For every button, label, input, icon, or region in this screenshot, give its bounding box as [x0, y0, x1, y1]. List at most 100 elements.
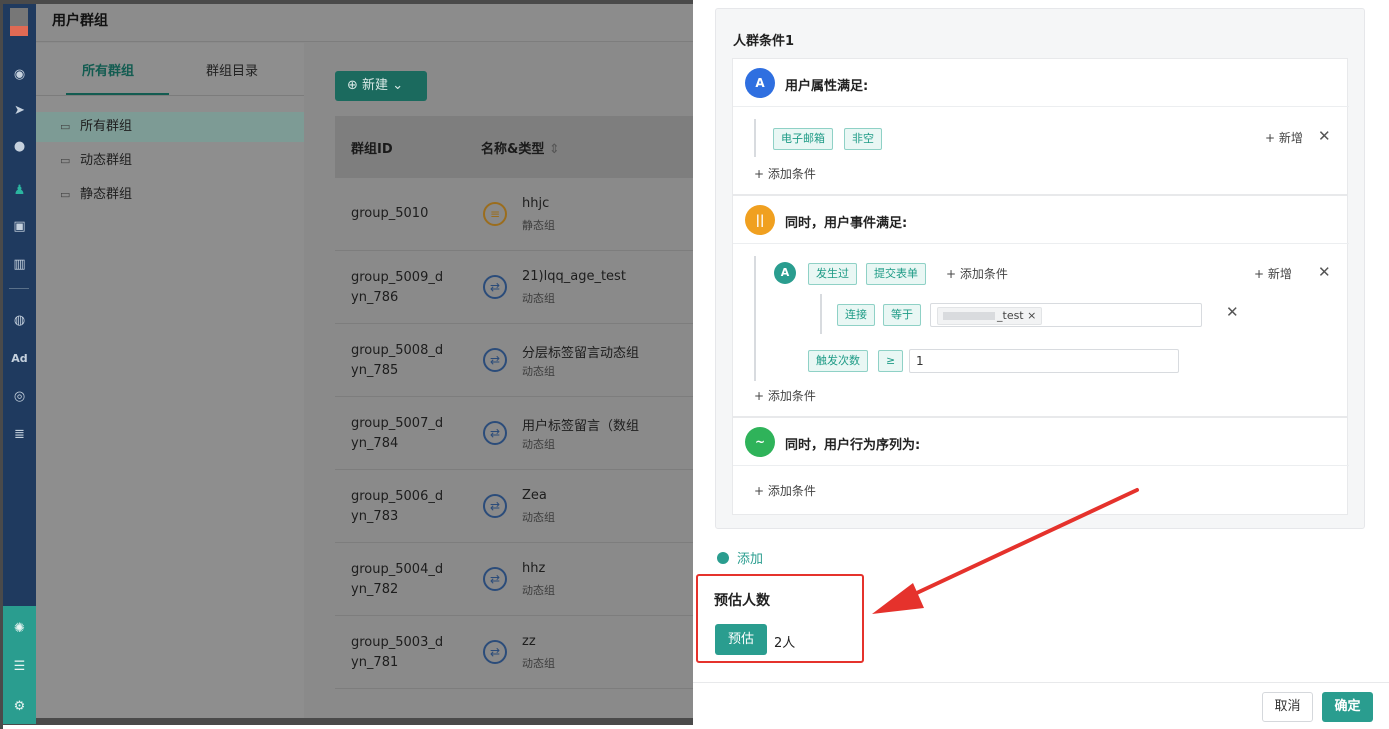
add-new-button[interactable]: + 新增: [1265, 129, 1303, 146]
add-new-button[interactable]: + 新增: [1254, 265, 1292, 282]
ad-icon[interactable]: Ad: [3, 348, 36, 370]
operator-tag-not-empty[interactable]: 非空: [844, 128, 882, 150]
group-type: 动态组: [522, 292, 555, 305]
inline-add-condition-link[interactable]: + 添加条件: [946, 265, 1008, 282]
table-row[interactable]: group_5010 ≡ hhjc 静态组: [335, 178, 693, 251]
tree-item-static-groups[interactable]: ▭ 静态群组: [36, 180, 304, 210]
table-row[interactable]: group_5008_d yn_785 ⇄ 分层标签留言动态组动态组: [335, 324, 693, 397]
table-row[interactable]: group_5006_d yn_783 ⇄ Zea 动态组: [335, 470, 693, 543]
group-id: group_5009_d yn_786: [351, 270, 444, 305]
dynamic-group-icon: ⇄: [483, 567, 507, 591]
condition-bracket: [754, 119, 756, 157]
list-icon[interactable]: ≣: [3, 424, 36, 446]
rail-divider: [9, 288, 29, 289]
filter-tag-equals[interactable]: 等于: [883, 304, 921, 326]
event-icon: ||: [745, 205, 775, 235]
event-tag-occurred[interactable]: 发生过: [808, 263, 857, 285]
table-row[interactable]: group_5004_d yn_782 ⇄ hhz 动态组: [335, 543, 693, 616]
filter-tag-connect[interactable]: 连接: [837, 304, 875, 326]
new-group-button[interactable]: ⊕ 新建 ⌄: [335, 71, 427, 101]
server-icon[interactable]: ☰: [3, 656, 36, 678]
group-type: 静态组: [522, 219, 555, 232]
filter-value-input[interactable]: _test ×: [930, 303, 1202, 327]
group-id: group_5008_d yn_785: [351, 343, 444, 378]
folder-icon: ▭: [60, 120, 71, 133]
group-side-panel: 所有群组 群组目录 ▭ 所有群组 ▭ 动态群组 ▭ 静态群组: [36, 43, 304, 718]
table-row[interactable]: group_5009_d yn_786 ⇄ 21)lqq_age_test 动态组: [335, 251, 693, 324]
block-header: || 同时，用户事件满足:: [733, 196, 1349, 244]
tab-all-groups[interactable]: 所有群组: [82, 60, 134, 79]
dynamic-group-icon: ⇄: [483, 640, 507, 664]
estimate-button[interactable]: 预估: [715, 624, 767, 655]
dynamic-group-icon: ⇄: [483, 348, 507, 372]
cancel-button[interactable]: 取消: [1262, 692, 1313, 722]
plus-circle-icon: ⊕: [347, 78, 358, 93]
close-icon[interactable]: ✕: [1226, 303, 1239, 321]
block-label: 同时，用户事件满足:: [785, 216, 908, 231]
send-icon[interactable]: ➤: [3, 100, 36, 122]
tree-item-label: 静态群组: [80, 187, 133, 202]
nav-rail: ◉ ➤ ● ♟ ▣ ▥ ◍ Ad ◎ ≣ ✺ ☰ ⚙: [3, 4, 36, 724]
count-tag-trigger-times[interactable]: 触发次数: [808, 350, 868, 372]
tree-item-label: 所有群组: [80, 119, 133, 134]
tree-item-dynamic-groups[interactable]: ▭ 动态群组: [36, 146, 304, 176]
table-row[interactable]: group_5007_d yn_784 ⇄ 用户标签留言（数组 动态组: [335, 397, 693, 470]
chevron-down-icon: ⌄: [392, 78, 404, 93]
new-button-label: 新建: [362, 78, 389, 93]
condition-card: 人群条件1 A 用户属性满足: 电子邮箱 非空 + 新增 ✕ + 添加条件 ||…: [715, 8, 1365, 529]
group-id: group_5004_d yn_782: [351, 562, 444, 597]
group-table: 群组ID 名称&类型 ⇕ group_5010 ≡ hhjc 静态组 group_500…: [335, 116, 693, 689]
bar-chart-icon[interactable]: ▥: [3, 254, 36, 276]
add-condition-link[interactable]: + 添加条件: [754, 165, 816, 182]
bookmark-icon[interactable]: ▣: [3, 216, 36, 238]
radar-icon[interactable]: ✺: [3, 618, 36, 640]
group-name[interactable]: 21)lqq_age_test: [522, 269, 626, 284]
sequence-icon: ~: [745, 427, 775, 457]
background-page-overlay: 用户群组 所有群组 群组目录 ▭ 所有群组 ▭ 动态群组 ▭ 静态群组 ⊕ 新建 ⌄ …: [36, 4, 693, 718]
event-tag-submit-form[interactable]: 提交表单: [866, 263, 926, 285]
group-type: 动态组: [522, 438, 555, 451]
close-icon[interactable]: ✕: [1318, 263, 1331, 281]
group-type: 动态组: [522, 657, 555, 670]
target-icon[interactable]: ◎: [3, 386, 36, 408]
user-icon[interactable]: ●: [3, 136, 36, 158]
group-name[interactable]: 用户标签留言（数组: [522, 415, 639, 434]
group-name[interactable]: hhz: [522, 561, 545, 576]
tab-group-directory[interactable]: 群组目录: [206, 60, 258, 79]
confirm-button[interactable]: 确定: [1322, 692, 1373, 722]
folder-icon: ▭: [60, 188, 71, 201]
add-condition-link[interactable]: + 添加条件: [754, 482, 816, 499]
table-row[interactable]: group_5003_d yn_781 ⇄ zz 动态组: [335, 616, 693, 689]
wechat-icon[interactable]: ◍: [3, 310, 36, 332]
table-body: group_5010 ≡ hhjc 静态组 group_5009_d yn_786 ⇄ 21)…: [335, 178, 693, 689]
add-crowd-condition-link[interactable]: 添加: [717, 548, 763, 567]
rail-bottom-section: ✺ ☰ ⚙: [3, 606, 36, 724]
group-type: 动态组: [522, 511, 555, 524]
page-title: 用户群组: [52, 13, 108, 29]
value-chip: _test ×: [937, 307, 1043, 325]
attribute-tag-email[interactable]: 电子邮箱: [773, 128, 833, 150]
close-icon[interactable]: ✕: [1318, 127, 1331, 145]
filter-bracket: [820, 294, 822, 334]
count-operator-gte[interactable]: ≥: [878, 350, 904, 372]
dashboard-icon[interactable]: ◉: [3, 64, 36, 86]
sort-icon[interactable]: ⇕: [549, 142, 560, 157]
footer-divider: [693, 682, 1389, 683]
tab-divider: [36, 95, 304, 96]
group-type: 动态组: [522, 365, 555, 378]
condition-bracket: [754, 256, 756, 381]
add-condition-link[interactable]: + 添加条件: [754, 387, 816, 404]
column-header-name-type[interactable]: 名称&类型 ⇕: [481, 138, 560, 157]
group-name[interactable]: zz: [522, 634, 536, 649]
count-value-input[interactable]: 1: [909, 349, 1179, 373]
group-name[interactable]: hhjc: [522, 196, 549, 211]
tree-item-all-groups[interactable]: ▭ 所有群组: [36, 112, 304, 142]
user-group-icon[interactable]: ♟: [3, 180, 36, 202]
group-id: group_5010: [351, 206, 429, 221]
group-name[interactable]: Zea: [522, 488, 547, 503]
group-list-content: ⊕ 新建 ⌄ 群组ID 名称&类型 ⇕ group_5010 ≡ hhjc 静态组 gr…: [321, 43, 693, 718]
group-name[interactable]: 分层标签留言动态组: [522, 342, 639, 361]
condition-drawer: 人群条件1 A 用户属性满足: 电子邮箱 非空 + 新增 ✕ + 添加条件 ||…: [693, 0, 1389, 729]
chip-remove-icon[interactable]: ×: [1027, 309, 1036, 322]
settings-icon[interactable]: ⚙: [3, 696, 36, 718]
